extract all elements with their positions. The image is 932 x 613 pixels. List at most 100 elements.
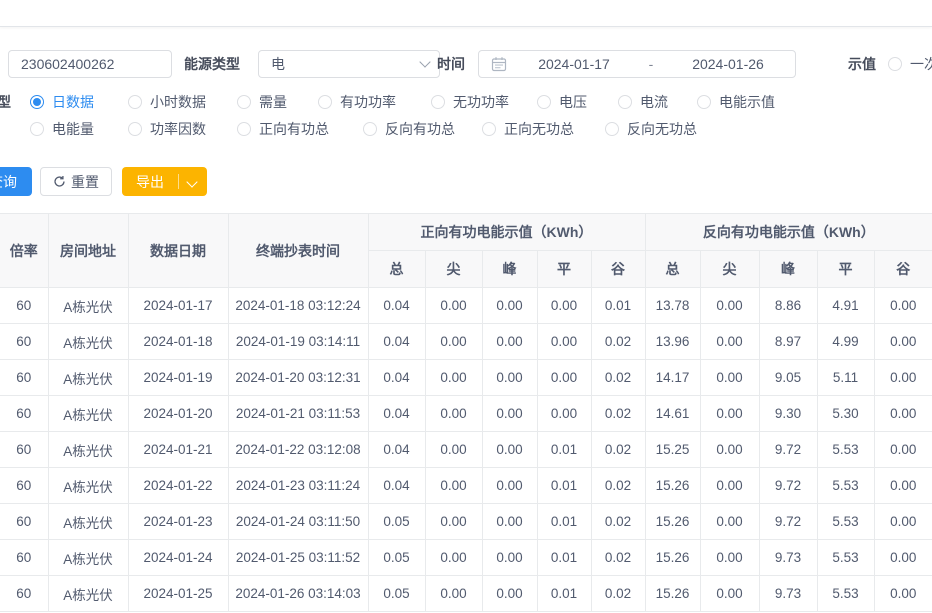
- radio-option-label: 反向有功总: [385, 119, 455, 139]
- radio-option[interactable]: 反向有功总: [363, 118, 455, 140]
- table-cell: 0.04: [368, 432, 425, 468]
- reset-button-label: 重置: [71, 172, 99, 192]
- radio-icon: [318, 95, 332, 109]
- radio-option-label: 正向有功总: [259, 119, 329, 139]
- radio-option[interactable]: 无功功率: [431, 91, 509, 113]
- sub-header-flat: 平: [537, 251, 591, 288]
- radio-option-display-value[interactable]: 一次: [888, 53, 932, 75]
- query-button[interactable]: 查询: [0, 167, 32, 196]
- table-cell: A栋光伏: [48, 468, 128, 504]
- table-cell: 0.00: [700, 468, 759, 504]
- table-cell: 0.04: [368, 324, 425, 360]
- meter-number-input[interactable]: [8, 50, 172, 78]
- table-cell: 0.00: [874, 324, 932, 360]
- table-cell: 5.30: [817, 396, 874, 432]
- date-range-picker[interactable]: 2024-01-17 - 2024-01-26: [478, 50, 796, 78]
- radio-option[interactable]: 电压: [537, 91, 587, 113]
- table-cell: 0.00: [700, 432, 759, 468]
- table-cell: 5.11: [817, 360, 874, 396]
- export-button-divider: [178, 174, 179, 189]
- radio-icon: [697, 95, 711, 109]
- table-cell: 0.00: [425, 360, 482, 396]
- table-row: 60A栋光伏2024-01-222024-01-23 03:11:240.040…: [0, 468, 932, 504]
- table-cell: 0.00: [874, 432, 932, 468]
- table-cell: 0.02: [591, 432, 645, 468]
- radio-option[interactable]: 有功功率: [318, 91, 396, 113]
- radio-option[interactable]: 反向无功总: [605, 118, 697, 140]
- table-cell: 2024-01-22 03:12:08: [228, 432, 368, 468]
- table-cell: 0.01: [537, 576, 591, 612]
- sub-header-total: 总: [368, 251, 425, 288]
- table-cell: 9.72: [759, 468, 817, 504]
- radio-option[interactable]: 需量: [237, 91, 287, 113]
- table-cell: 60: [0, 540, 48, 576]
- table-cell: A栋光伏: [48, 288, 128, 324]
- table-cell: A栋光伏: [48, 540, 128, 576]
- table-cell: 60: [0, 360, 48, 396]
- chevron-down-icon[interactable]: [186, 176, 197, 187]
- table-cell: 9.30: [759, 396, 817, 432]
- table-cell: 15.26: [645, 540, 700, 576]
- table-cell: 2024-01-25 03:11:52: [228, 540, 368, 576]
- table-cell: 60: [0, 468, 48, 504]
- table-cell: 60: [0, 288, 48, 324]
- radio-option[interactable]: 日数据: [30, 91, 94, 113]
- table-cell: 0.00: [482, 324, 537, 360]
- radio-option[interactable]: 小时数据: [128, 91, 206, 113]
- table-row: 60A栋光伏2024-01-182024-01-19 03:14:110.040…: [0, 324, 932, 360]
- table-cell: 9.73: [759, 540, 817, 576]
- table-cell: 0.00: [874, 576, 932, 612]
- table-body: 60A栋光伏2024-01-172024-01-18 03:12:240.040…: [0, 288, 932, 612]
- energy-type-label: 能源类型: [184, 50, 240, 78]
- table-header: 倍率 房间地址 数据日期 终端抄表时间 正向有功电能示值（KWh） 反向有功电能…: [0, 214, 932, 288]
- table-row: 60A栋光伏2024-01-192024-01-20 03:12:310.040…: [0, 360, 932, 396]
- radio-icon: [237, 122, 251, 136]
- table-cell: 15.26: [645, 504, 700, 540]
- table-cell: 0.00: [425, 396, 482, 432]
- radio-option-label: 无功功率: [453, 92, 509, 112]
- radio-option[interactable]: 电能示值: [697, 91, 775, 113]
- table-cell: A栋光伏: [48, 504, 128, 540]
- export-button[interactable]: 导出: [122, 167, 207, 196]
- radio-option[interactable]: 正向有功总: [237, 118, 329, 140]
- radio-option[interactable]: 功率因数: [128, 118, 206, 140]
- table-cell: 0.00: [537, 324, 591, 360]
- radio-icon: [431, 95, 445, 109]
- table-cell: 0.00: [425, 540, 482, 576]
- radio-icon: [537, 95, 551, 109]
- table-cell: 0.01: [591, 288, 645, 324]
- time-label: 时间: [437, 50, 465, 78]
- table-cell: 2024-01-24 03:11:50: [228, 504, 368, 540]
- table-cell: 13.96: [645, 324, 700, 360]
- refresh-icon: [53, 175, 66, 188]
- table-cell: 0.00: [874, 288, 932, 324]
- radio-option-label: 需量: [259, 92, 287, 112]
- table-cell: 8.86: [759, 288, 817, 324]
- reset-button[interactable]: 重置: [40, 167, 112, 196]
- radio-option[interactable]: 电流: [618, 91, 668, 113]
- table-cell: 0.00: [482, 396, 537, 432]
- table-cell: 0.00: [700, 504, 759, 540]
- table-cell: 2024-01-21: [128, 432, 228, 468]
- date-end-value[interactable]: 2024-01-26: [661, 56, 795, 72]
- table-cell: 5.53: [817, 432, 874, 468]
- radio-icon: [363, 122, 377, 136]
- energy-type-select[interactable]: 电: [258, 50, 440, 78]
- table-cell: 15.26: [645, 468, 700, 504]
- table-cell: 0.01: [537, 432, 591, 468]
- table-cell: 0.00: [425, 288, 482, 324]
- radio-icon: [888, 57, 902, 71]
- radio-icon: [128, 122, 142, 136]
- table-cell: 2024-01-19 03:14:11: [228, 324, 368, 360]
- table-cell: 0.00: [482, 360, 537, 396]
- date-start-value[interactable]: 2024-01-17: [507, 56, 641, 72]
- calendar-icon: [491, 56, 507, 72]
- table-cell: 0.05: [368, 540, 425, 576]
- sub-header-peak: 峰: [759, 251, 817, 288]
- table-cell: 2024-01-18 03:12:24: [228, 288, 368, 324]
- top-divider-bar: [0, 0, 932, 27]
- table-cell: 4.99: [817, 324, 874, 360]
- radio-option[interactable]: 正向无功总: [482, 118, 574, 140]
- radio-option-label: 小时数据: [150, 92, 206, 112]
- radio-option[interactable]: 电能量: [30, 118, 94, 140]
